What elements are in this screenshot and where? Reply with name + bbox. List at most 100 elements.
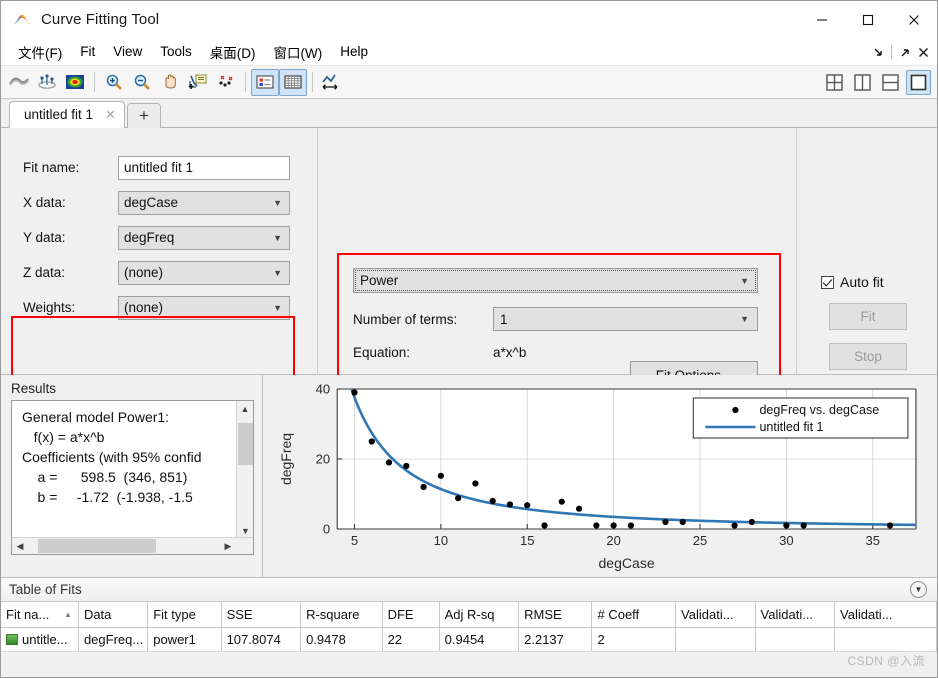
equation-value: a*x^b (493, 345, 527, 360)
fit-type-value: Power (360, 273, 399, 288)
column-header-fit-name[interactable]: Fit na... ▲ (1, 602, 79, 628)
svg-text:untitled fit 1: untitled fit 1 (759, 420, 823, 434)
data-selection-form: Fit name: X data: degCase ▼ Y data: degF… (23, 155, 303, 331)
menu-desktop[interactable]: 桌面(D) (201, 39, 265, 65)
equation-row: Equation: a*x^b (353, 345, 767, 360)
dock-down-icon[interactable] (870, 43, 886, 61)
colormap-icon[interactable] (61, 69, 89, 96)
column-header-validation-1[interactable]: Validati... (675, 602, 756, 628)
cell-r-square: 0.9478 (300, 627, 383, 652)
x-data-label: X data: (23, 195, 66, 210)
results-title: Results (11, 381, 57, 396)
column-header-num-coeff[interactable]: # Coeff (591, 602, 677, 628)
scroll-left-icon[interactable]: ◀ (12, 538, 28, 554)
number-of-terms-value: 1 (500, 311, 508, 327)
fit-name-input[interactable] (118, 155, 290, 180)
svg-text:30: 30 (779, 533, 793, 548)
menu-window[interactable]: 窗口(W) (265, 39, 332, 65)
zoom-in-icon[interactable] (100, 69, 128, 96)
curve-fit-icon[interactable] (5, 69, 33, 96)
auto-fit-row[interactable]: Auto fit (821, 274, 931, 290)
chevron-down-icon: ▼ (273, 232, 282, 243)
add-fit-tab-button[interactable]: + (126, 103, 161, 128)
minimize-button[interactable] (799, 1, 845, 38)
auto-fit-label: Auto fit (840, 274, 884, 290)
column-header-fit-type[interactable]: Fit type (147, 602, 222, 628)
scroll-up-icon[interactable]: ▲ (237, 401, 253, 417)
weights-row: Weights: (none) ▼ (23, 295, 303, 320)
z-data-select[interactable]: (none) ▼ (118, 260, 290, 285)
close-button[interactable] (891, 1, 937, 38)
menu-help[interactable]: Help (331, 41, 377, 62)
weights-select[interactable]: (none) ▼ (118, 295, 290, 320)
menu-bar-right-icons (870, 38, 931, 66)
y-data-row: Y data: degFreq ▼ (23, 225, 303, 250)
x-data-row: X data: degCase ▼ (23, 190, 303, 215)
stop-button[interactable]: Stop (829, 343, 907, 370)
axes-limits-icon[interactable] (318, 69, 346, 96)
z-data-value: (none) (124, 264, 164, 280)
fit-color-swatch (6, 633, 18, 645)
undock-icon[interactable] (897, 43, 913, 61)
fit-type-panel: Power ▼ Number of terms: 1 ▼ Equation: a… (353, 268, 767, 389)
window-controls (799, 1, 937, 38)
fit-button[interactable]: Fit (829, 303, 907, 330)
pan-icon[interactable] (156, 69, 184, 96)
layout-horizontal-split-icon[interactable] (878, 70, 903, 95)
column-header-rmse[interactable]: RMSE (518, 602, 593, 628)
cell-fit-type: power1 (147, 627, 222, 652)
fit-type-select[interactable]: Power ▼ (353, 268, 758, 293)
y-data-label: Y data: (23, 230, 66, 245)
table-options-dropdown-icon[interactable]: ▼ (910, 581, 927, 598)
results-textbox[interactable]: General model Power1: f(x) = a*x^b Coeff… (11, 400, 254, 555)
maximize-button[interactable] (845, 1, 891, 38)
surface-fit-icon[interactable] (33, 69, 61, 96)
equation-label: Equation: (353, 345, 411, 360)
layout-quad-icon[interactable] (822, 70, 847, 95)
auto-fit-checkbox[interactable] (821, 275, 834, 289)
tab-untitled-fit-1[interactable]: untitled fit 1 ✕ (9, 101, 125, 128)
fit-setup-panel: Fit name: X data: degCase ▼ Y data: degF… (1, 128, 937, 409)
title-bar: Curve Fitting Tool (1, 1, 937, 38)
data-cursor-icon[interactable] (184, 69, 212, 96)
menu-tools[interactable]: Tools (151, 41, 201, 62)
horizontal-scroll-thumb[interactable] (38, 539, 156, 553)
scroll-right-icon[interactable]: ▶ (220, 538, 236, 554)
column-header-dfe[interactable]: DFE (382, 602, 440, 628)
column-header-adj-r-sq[interactable]: Adj R-sq (439, 602, 520, 628)
fit-plot[interactable]: 5 10 15 20 25 30 35 0 20 40 degCase degFreq degFreq … (269, 381, 931, 574)
chevron-down-icon: ▼ (273, 302, 282, 313)
results-horizontal-scrollbar[interactable]: ◀ ▶ (12, 537, 253, 554)
z-data-row: Z data: (none) ▼ (23, 260, 303, 285)
column-header-data[interactable]: Data (78, 602, 149, 628)
menu-file[interactable]: 文件(F) (9, 39, 71, 65)
layout-single-icon[interactable] (906, 70, 931, 95)
table-row[interactable]: untitle... degFreq... power1 107.8074 0.… (1, 627, 937, 652)
x-data-value: degCase (124, 194, 179, 210)
legend-icon[interactable] (251, 68, 279, 96)
panel-close-icon[interactable] (915, 43, 931, 61)
cell-validation-1 (675, 627, 756, 652)
results-vertical-scrollbar[interactable]: ▲ ▼ (236, 401, 253, 539)
y-data-select[interactable]: degFreq ▼ (118, 225, 290, 250)
x-data-select[interactable]: degCase ▼ (118, 190, 290, 215)
zoom-out-icon[interactable] (128, 69, 156, 96)
fits-table-header-row: Fit na... ▲ Data Fit type SSE R-square DF… (1, 602, 937, 628)
number-of-terms-select[interactable]: 1 ▼ (493, 307, 758, 331)
cell-data: degFreq... (78, 627, 149, 652)
menu-view[interactable]: View (104, 41, 151, 62)
exclude-outliers-icon[interactable] (212, 69, 240, 96)
layout-vertical-split-icon[interactable] (850, 70, 875, 95)
vertical-scroll-thumb[interactable] (238, 423, 253, 465)
tab-label: untitled fit 1 (24, 107, 94, 122)
y-data-value: degFreq (124, 229, 175, 245)
tab-close-icon[interactable]: ✕ (105, 107, 116, 123)
menu-fit[interactable]: Fit (71, 41, 104, 62)
svg-text:degFreq: degFreq (278, 433, 294, 485)
column-header-sse[interactable]: SSE (221, 602, 302, 628)
grid-icon[interactable] (279, 68, 307, 96)
column-header-validation-3[interactable]: Validati... (834, 602, 937, 628)
app-icon (13, 11, 31, 29)
column-header-r-square[interactable]: R-square (300, 602, 383, 628)
column-header-validation-2[interactable]: Validati... (755, 602, 836, 628)
